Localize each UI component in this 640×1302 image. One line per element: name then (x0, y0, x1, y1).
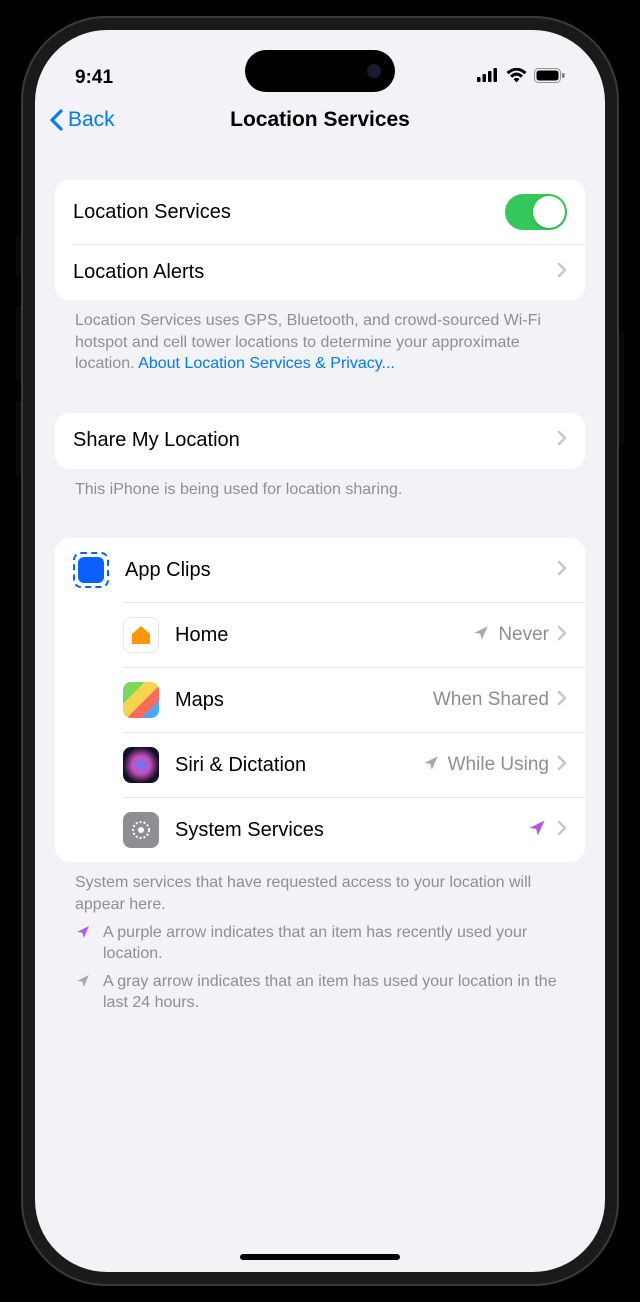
location-arrow-purple-icon (527, 818, 547, 843)
row-app-clips[interactable]: App Clips (55, 538, 585, 602)
system-services-icon (123, 812, 159, 848)
nav-bar: Back Location Services (35, 100, 605, 152)
footer-location-services: Location Services uses GPS, Bluetooth, a… (55, 300, 585, 375)
status-time: 9:41 (75, 67, 113, 89)
cellular-icon (477, 68, 499, 87)
row-status: While Using (448, 754, 549, 776)
location-arrow-purple-icon (75, 922, 93, 965)
home-app-icon (123, 617, 159, 653)
back-label: Back (68, 108, 115, 132)
battery-icon (534, 68, 565, 88)
row-label: App Clips (125, 559, 557, 582)
legend-purple: A purple arrow indicates that an item ha… (55, 916, 585, 965)
chevron-right-icon (557, 755, 567, 776)
legend-text: A purple arrow indicates that an item ha… (103, 922, 565, 965)
footer-share-location: This iPhone is being used for location s… (55, 469, 585, 501)
wifi-icon (506, 68, 527, 88)
dynamic-island (245, 50, 395, 92)
chevron-right-icon (557, 625, 567, 646)
privacy-link[interactable]: About Location Services & Privacy... (138, 355, 395, 372)
footer-system-services: System services that have requested acce… (55, 862, 585, 915)
row-siri[interactable]: Siri & Dictation While Using (123, 732, 585, 797)
chevron-right-icon (557, 560, 567, 581)
legend-gray: A gray arrow indicates that an item has … (55, 965, 585, 1014)
app-clips-icon (73, 552, 109, 588)
row-label: Maps (175, 689, 433, 712)
chevron-right-icon (557, 820, 567, 841)
chevron-left-icon (49, 109, 64, 131)
group-apps: App Clips Home Never Maps (55, 538, 585, 862)
row-maps[interactable]: Maps When Shared (123, 667, 585, 732)
row-label: System Services (175, 819, 527, 842)
location-arrow-gray-icon (472, 624, 490, 647)
location-arrow-gray-icon (75, 971, 93, 1014)
row-label: Share My Location (73, 429, 557, 452)
row-share-location[interactable]: Share My Location (55, 413, 585, 469)
row-status: Never (498, 624, 549, 646)
row-home[interactable]: Home Never (123, 602, 585, 667)
row-label: Location Services (73, 201, 505, 224)
home-indicator[interactable] (240, 1254, 400, 1260)
row-location-services[interactable]: Location Services (55, 180, 585, 244)
row-status: When Shared (433, 689, 549, 711)
chevron-right-icon (557, 430, 567, 451)
group-share-location: Share My Location (55, 413, 585, 469)
row-label: Home (175, 624, 472, 647)
location-arrow-gray-icon (422, 754, 440, 777)
back-button[interactable]: Back (49, 108, 115, 132)
chevron-right-icon (557, 262, 567, 283)
chevron-right-icon (557, 690, 567, 711)
maps-app-icon (123, 682, 159, 718)
siri-app-icon (123, 747, 159, 783)
row-label: Location Alerts (73, 261, 557, 284)
group-location-services: Location Services Location Alerts (55, 180, 585, 300)
page-title: Location Services (230, 108, 410, 132)
row-system-services[interactable]: System Services (123, 797, 585, 862)
location-services-toggle[interactable] (505, 194, 567, 230)
row-label: Siri & Dictation (175, 754, 422, 777)
legend-text: A gray arrow indicates that an item has … (103, 971, 565, 1014)
row-location-alerts[interactable]: Location Alerts (73, 244, 585, 300)
